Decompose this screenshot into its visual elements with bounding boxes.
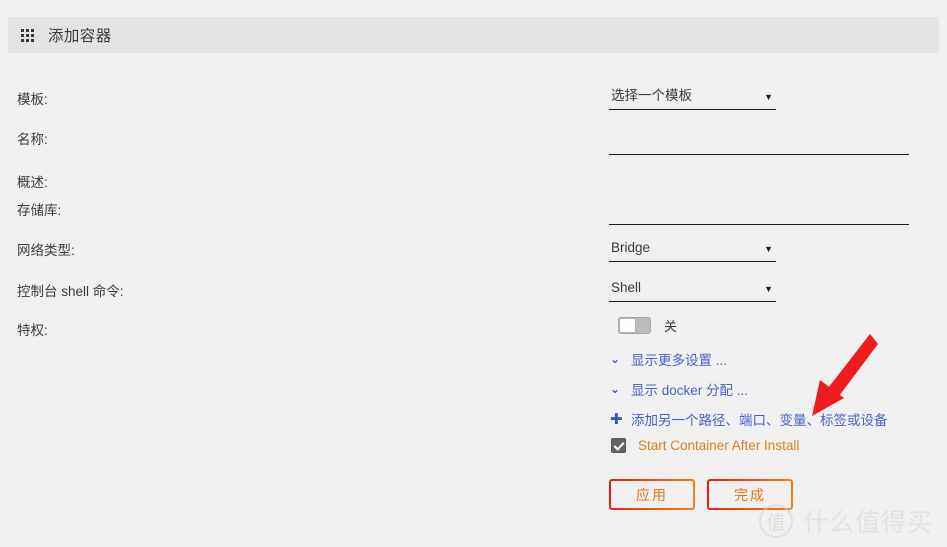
plus-icon: ✚ (610, 410, 623, 428)
network-type-select[interactable]: Bridge ▼ (609, 240, 776, 262)
chevron-down-icon: ▼ (764, 244, 773, 254)
start-container-after-install-label: Start Container After Install (638, 438, 800, 453)
template-select[interactable]: 选择一个模板 ▼ (609, 88, 776, 110)
chevron-down-icon: ⌄ (610, 382, 621, 396)
watermark-text: 什么值得买 (802, 509, 933, 537)
add-another-path-port-variable-link[interactable]: ✚ 添加另一个路径、端口、变量、标签或设备 (610, 409, 888, 429)
privileged-toggle-state-label: 关 (664, 319, 678, 334)
label-privileged: 特权: (17, 323, 48, 338)
privileged-toggle[interactable] (618, 317, 651, 334)
label-name: 名称: (17, 132, 48, 147)
done-button-label: 完成 (734, 486, 766, 503)
template-select-box[interactable]: 选择一个模板 ▼ (609, 88, 776, 110)
show-more-settings-label: 显示更多设置 ... (631, 353, 728, 368)
start-container-after-install-checkbox[interactable] (611, 438, 626, 453)
privileged-toggle-row: 关 (618, 316, 677, 335)
repository-input[interactable] (609, 205, 909, 225)
apply-button[interactable]: 应用 (609, 479, 695, 510)
console-shell-command-select-box[interactable]: Shell ▼ (609, 280, 776, 302)
show-docker-allocations-label: 显示 docker 分配 ... (631, 383, 749, 398)
start-container-after-install-row: Start Container After Install (611, 438, 799, 453)
label-template: 模板: (17, 92, 48, 107)
toggle-knob (619, 318, 636, 333)
show-docker-allocations-link[interactable]: ⌄ 显示 docker 分配 ... (610, 379, 748, 399)
network-type-select-value: Bridge (611, 240, 651, 255)
name-input[interactable] (609, 135, 909, 155)
network-type-select-box[interactable]: Bridge ▼ (609, 240, 776, 262)
done-button[interactable]: 完成 (707, 479, 793, 510)
console-shell-command-select[interactable]: Shell ▼ (609, 280, 776, 302)
label-overview: 概述: (17, 175, 48, 190)
page-title: 添加容器 (48, 28, 112, 45)
show-more-settings-link[interactable]: ⌄ 显示更多设置 ... (610, 349, 727, 369)
label-network-type: 网络类型: (17, 243, 75, 258)
console-shell-command-select-value: Shell (611, 280, 642, 295)
chevron-down-icon: ⌄ (610, 352, 621, 366)
repository-field-wrap (609, 204, 909, 225)
window-titlebar: 添加容器 (8, 17, 939, 53)
apply-button-label: 应用 (636, 486, 668, 503)
chevron-down-icon: ▼ (764, 92, 773, 102)
add-container-page: 添加容器 模板: 名称: 概述: 存储库: 网络类型: 控制台 shell 命令… (0, 0, 947, 547)
name-field-wrap (609, 134, 909, 155)
grid-icon (21, 28, 36, 42)
label-repository: 存储库: (17, 203, 62, 218)
add-another-path-port-variable-label: 添加另一个路径、端口、变量、标签或设备 (631, 413, 888, 428)
template-select-value: 选择一个模板 (611, 88, 692, 103)
chevron-down-icon: ▼ (764, 284, 773, 294)
label-console-shell-command: 控制台 shell 命令: (17, 284, 124, 299)
